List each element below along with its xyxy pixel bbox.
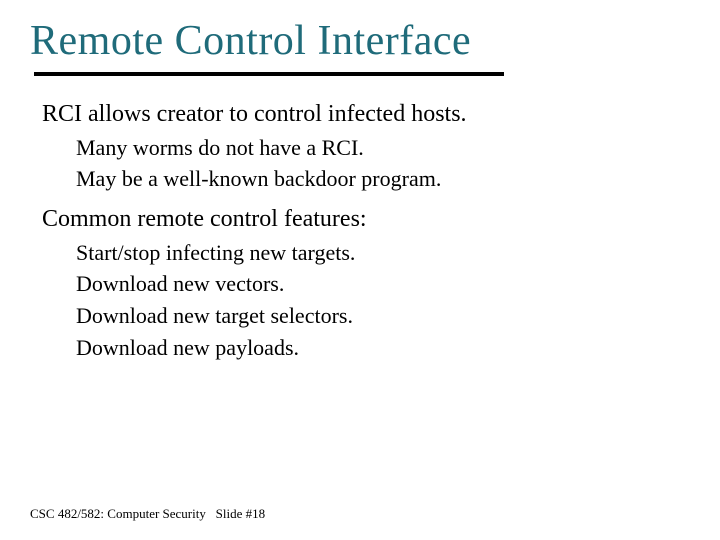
slide-container: Remote Control Interface RCI allows crea… [0, 0, 720, 540]
bullet-level1: RCI allows creator to control infected h… [42, 98, 690, 130]
bullet-level2: Many worms do not have a RCI. [42, 133, 690, 164]
slide-title: Remote Control Interface [30, 18, 690, 64]
bullet-level2: Download new payloads. [42, 333, 690, 364]
slide-body: RCI allows creator to control infected h… [30, 98, 690, 364]
bullet-level2: Download new target selectors. [42, 301, 690, 332]
slide-footer: CSC 482/582: Computer Security Slide #18 [30, 506, 265, 522]
title-underline [34, 72, 504, 76]
bullet-level1: Common remote control features: [42, 203, 690, 235]
bullet-level2: Start/stop infecting new targets. [42, 238, 690, 269]
footer-slide-number: Slide #18 [216, 506, 265, 521]
footer-course: CSC 482/582: Computer Security [30, 506, 206, 521]
bullet-level2: May be a well-known backdoor program. [42, 164, 690, 195]
bullet-level2: Download new vectors. [42, 269, 690, 300]
